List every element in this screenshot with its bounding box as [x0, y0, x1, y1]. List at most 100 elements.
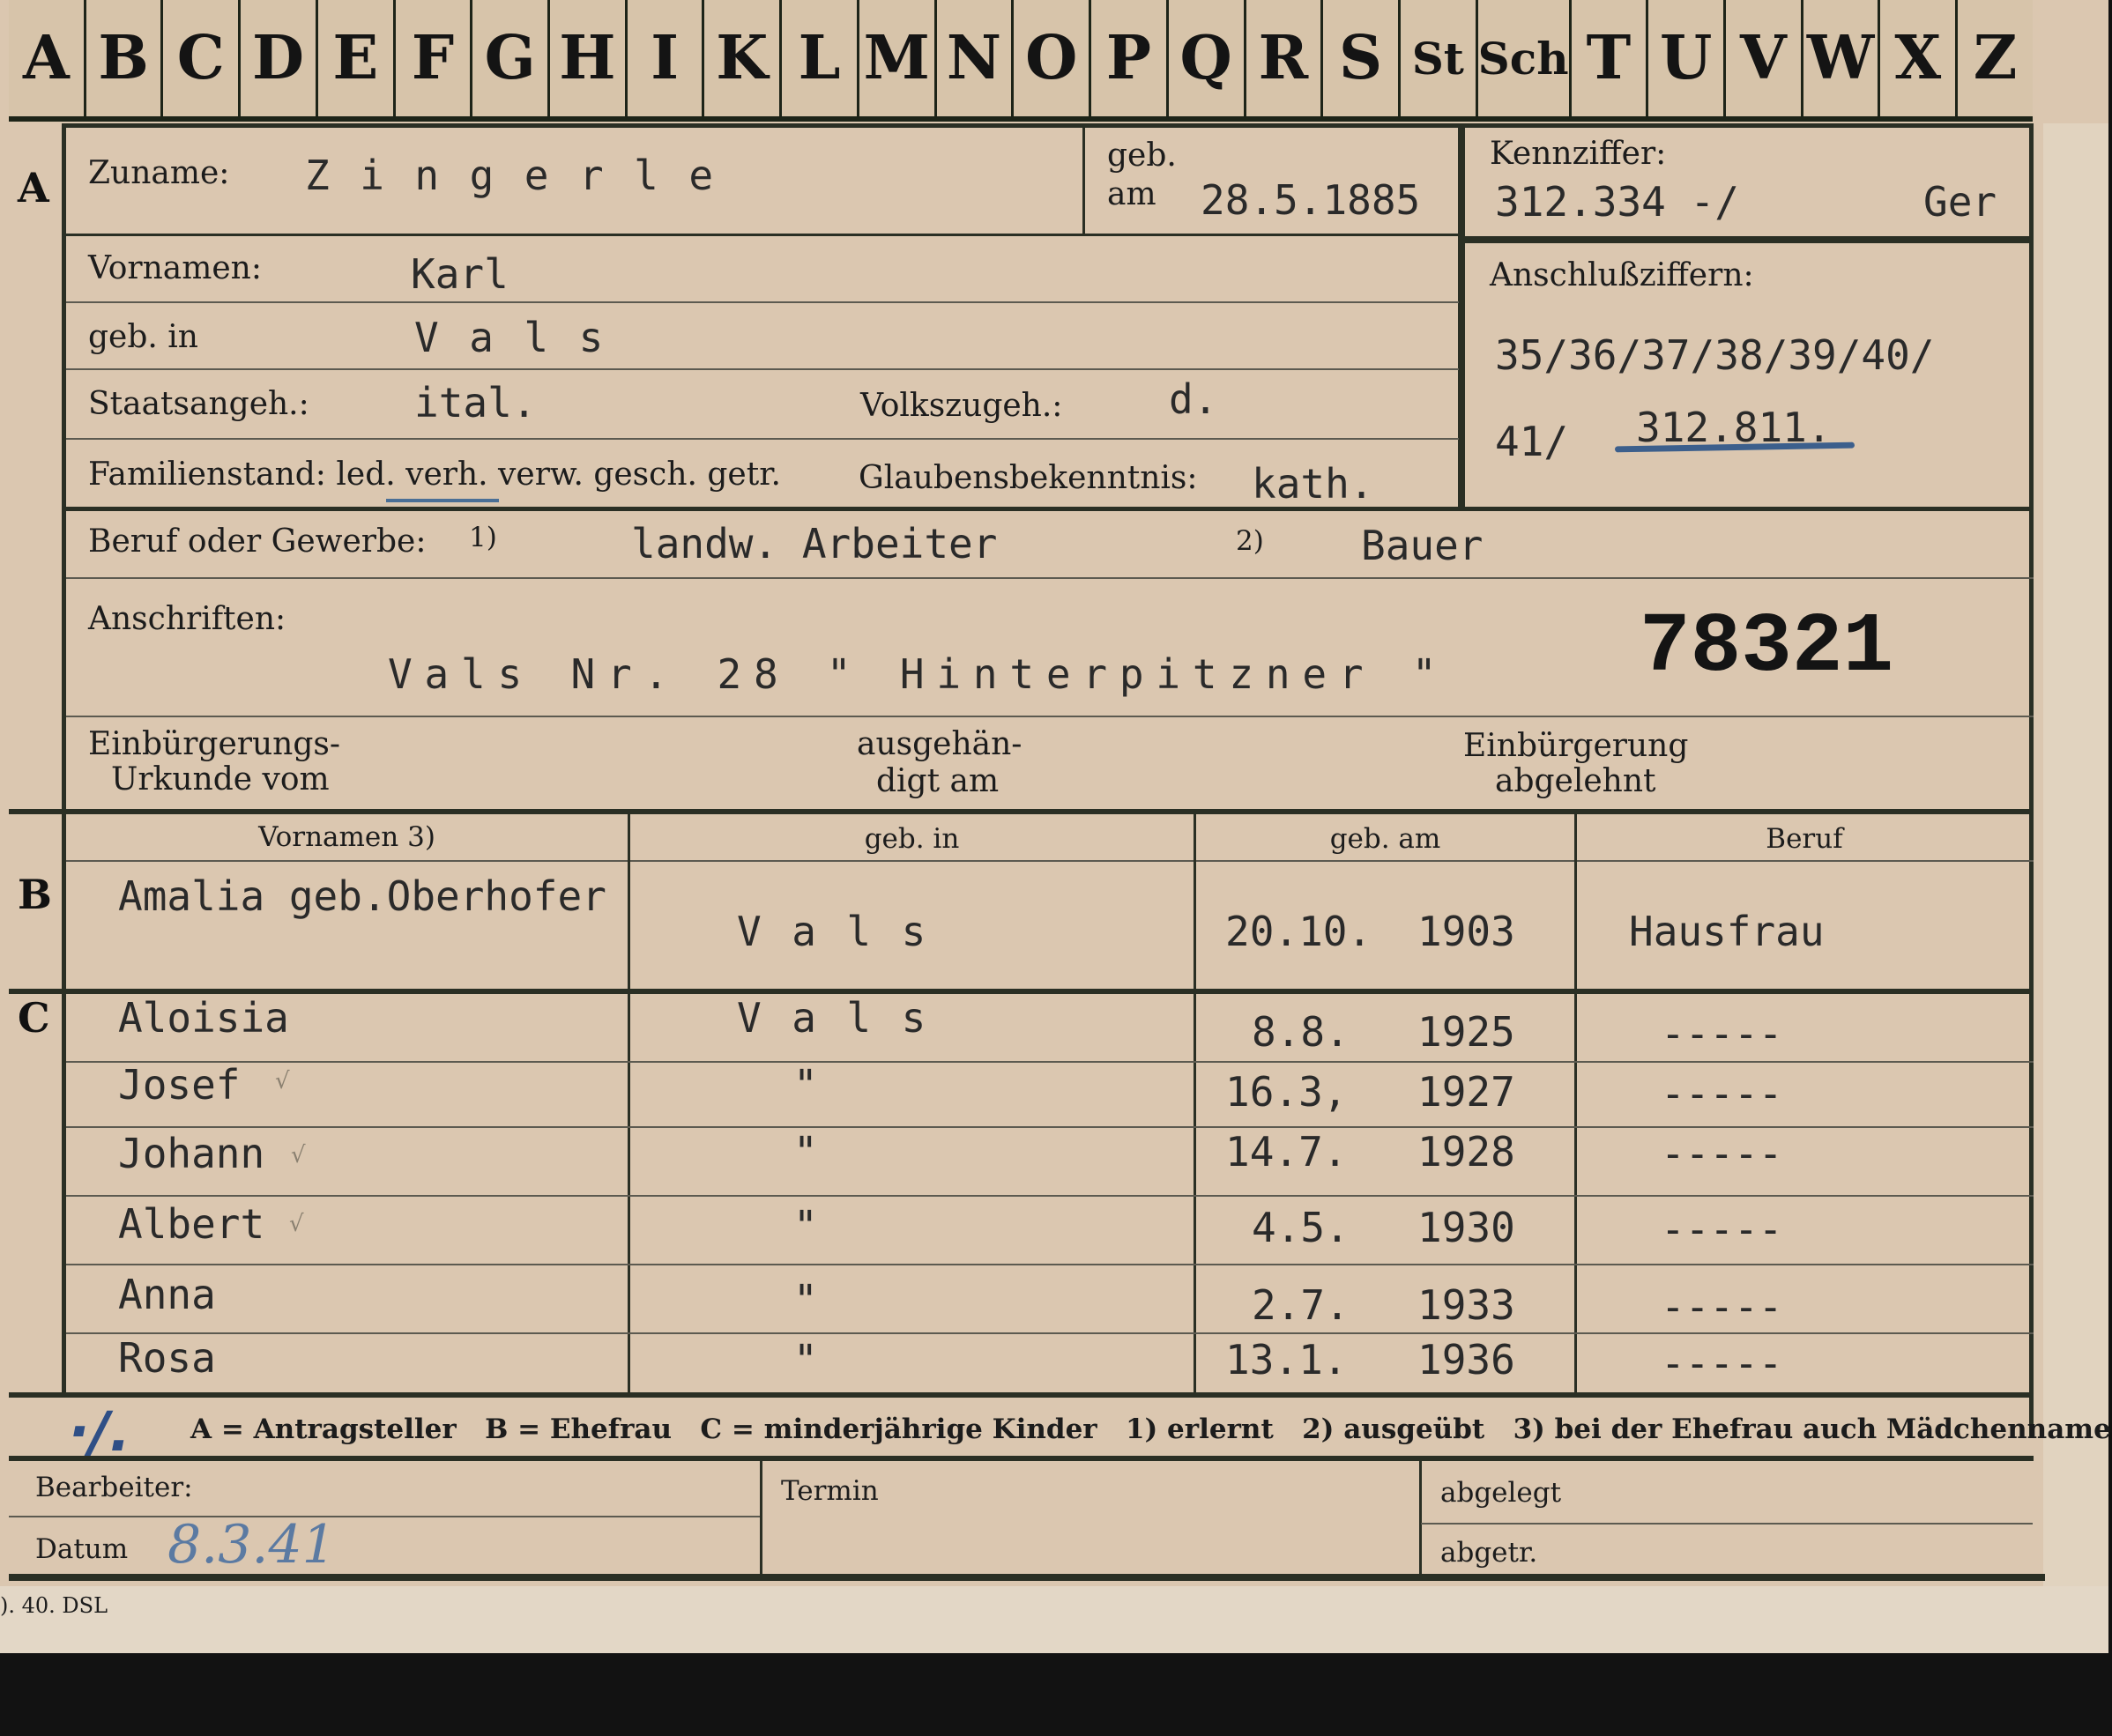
- check-mark: √: [291, 1142, 306, 1168]
- child-name: Aloisia: [118, 994, 289, 1042]
- right-border-line: [2029, 123, 2034, 1438]
- family-status-label: Familienstand: led. verh. verw. gesch. g…: [88, 456, 781, 493]
- surname-label: Zuname:: [88, 155, 230, 191]
- tab-letter: G: [470, 0, 547, 116]
- header-occupation: Beruf: [1766, 823, 1843, 855]
- linked-numbers-line-1: 35/36/37/38/39/40/: [1495, 331, 1935, 379]
- reference-box-divider: [1458, 128, 1465, 511]
- footer-divider-1: [760, 1461, 762, 1576]
- spouse-dob-day: 20.10.: [1225, 908, 1372, 955]
- tab-letter: T: [1568, 0, 1647, 116]
- tab-letter: C: [160, 0, 238, 116]
- linked-numbers-label: Anschlußziffern:: [1490, 257, 1754, 293]
- legend-text: A = Antragsteller B = Ehefrau C = minder…: [190, 1413, 2111, 1445]
- child-dob-year: 1933: [1417, 1281, 1515, 1329]
- first-names-value: Karl: [411, 250, 509, 298]
- handed-out-label-1: ausgehän-: [857, 726, 1023, 762]
- naturalization-denied-label-2: abgelehnt: [1495, 763, 1656, 799]
- row-letter-b: B: [18, 871, 52, 918]
- tab-letter: E: [315, 0, 393, 116]
- filed-label: abgelegt: [1440, 1477, 1562, 1509]
- child-occupation: -----: [1661, 1130, 1783, 1177]
- tab-letter: Q: [1165, 0, 1244, 116]
- legend-mark: ·/.: [69, 1399, 130, 1464]
- religion-label: Glaubensbekenntnis:: [859, 460, 1198, 496]
- line-child-3: [66, 1195, 2034, 1197]
- tab-letter: Sch: [1475, 0, 1569, 116]
- line-address: [66, 716, 2034, 717]
- ethnicity-label: Volkszugeh.:: [860, 388, 1063, 424]
- dob-label-1: geb.: [1107, 137, 1177, 174]
- tab-letter: W: [1800, 0, 1878, 116]
- date-value: 8.3.41: [167, 1514, 336, 1576]
- tab-letter: H: [547, 0, 625, 116]
- occupation-value-2: Bauer: [1361, 522, 1484, 569]
- top-border-line: [62, 123, 2033, 128]
- occupation-label: Beruf oder Gewerbe:: [88, 523, 427, 560]
- child-dob-day: 16.3,: [1225, 1068, 1348, 1116]
- line-child-1: [66, 1061, 2034, 1063]
- child-occupation: -----: [1661, 1339, 1783, 1387]
- line-table-header: [66, 860, 2034, 862]
- spouse-birthplace: Vals: [737, 908, 956, 955]
- row-letter-a: A: [18, 164, 49, 211]
- child-dob-day: 13.1.: [1225, 1336, 1348, 1384]
- line-family-status: [66, 507, 2034, 511]
- dob-label-2: am: [1107, 176, 1156, 212]
- religion-value: kath.: [1252, 460, 1374, 508]
- tab-letter: D: [238, 0, 316, 116]
- tab-letter: K: [702, 0, 779, 116]
- header-first-names: Vornamen 3): [258, 821, 435, 853]
- tab-letter: R: [1243, 0, 1321, 116]
- tab-letter: V: [1723, 0, 1801, 116]
- col-divider-1: [628, 814, 630, 1394]
- line-child-2: [66, 1126, 2034, 1128]
- child-birthplace: Vals: [737, 994, 956, 1042]
- check-mark: √: [289, 1211, 304, 1237]
- line-surname: [66, 234, 1459, 236]
- tab-letter: I: [624, 0, 703, 116]
- child-dob-day: 8.8.: [1252, 1008, 1350, 1056]
- ethnicity-value: d.: [1169, 375, 1218, 423]
- child-birthplace: ": [793, 1061, 818, 1109]
- tab-letter: P: [1089, 0, 1166, 116]
- check-mark: √: [275, 1068, 290, 1094]
- line-table-top: [9, 809, 2034, 814]
- spouse-occupation: Hausfrau: [1629, 908, 1825, 955]
- tab-letter: St: [1397, 0, 1476, 116]
- spouse-dob-year: 1903: [1417, 908, 1515, 955]
- reference-code-value: 312.334 -/: [1495, 178, 1739, 226]
- child-name: Rosa: [118, 1334, 216, 1382]
- alphabet-tab-strip: A B C D E F G H I K L M N O P Q R S St Sch T U V W X Z: [9, 0, 2033, 122]
- footer-divider-2: [1419, 1461, 1422, 1576]
- file-number: 78321: [1640, 599, 1894, 695]
- tab-letter: O: [1011, 0, 1089, 116]
- child-name: Josef: [118, 1061, 241, 1109]
- tab-letter: A: [22, 23, 70, 93]
- occupation-note-1: 1): [469, 522, 497, 553]
- family-status-underline: [386, 499, 499, 502]
- line-birthplace: [66, 368, 1459, 370]
- tab-letter: L: [779, 0, 857, 116]
- tab-letter: U: [1646, 0, 1723, 116]
- child-birthplace: ": [793, 1128, 818, 1176]
- linked-numbers-prefix: 41/: [1495, 418, 1569, 465]
- occupation-note-2: 2): [1236, 525, 1264, 557]
- line-spouse-bottom: [9, 989, 2034, 994]
- child-dob-year: 1925: [1417, 1008, 1515, 1056]
- col-divider-3: [1574, 814, 1577, 1394]
- address-label: Anschriften:: [88, 601, 286, 637]
- line-legend-bottom: [9, 1456, 2034, 1461]
- child-name: Anna: [118, 1271, 216, 1318]
- tab-letter: Z: [1955, 0, 2033, 116]
- citizenship-label: Staatsangeh.:: [88, 386, 309, 422]
- child-dob-day: 4.5.: [1252, 1204, 1350, 1251]
- row-letter-c: C: [18, 994, 50, 1042]
- filed2-label: abgetr.: [1440, 1537, 1538, 1569]
- child-birthplace: ": [793, 1336, 818, 1384]
- clerk-label: Bearbeiter:: [35, 1472, 193, 1503]
- footer-line-filed: [1421, 1523, 2033, 1525]
- print-code: ). 40. DSL: [0, 1593, 108, 1618]
- address-value: Vals Nr. 28 " Hinterpitzner ": [388, 650, 1449, 698]
- child-birthplace: ": [793, 1202, 818, 1250]
